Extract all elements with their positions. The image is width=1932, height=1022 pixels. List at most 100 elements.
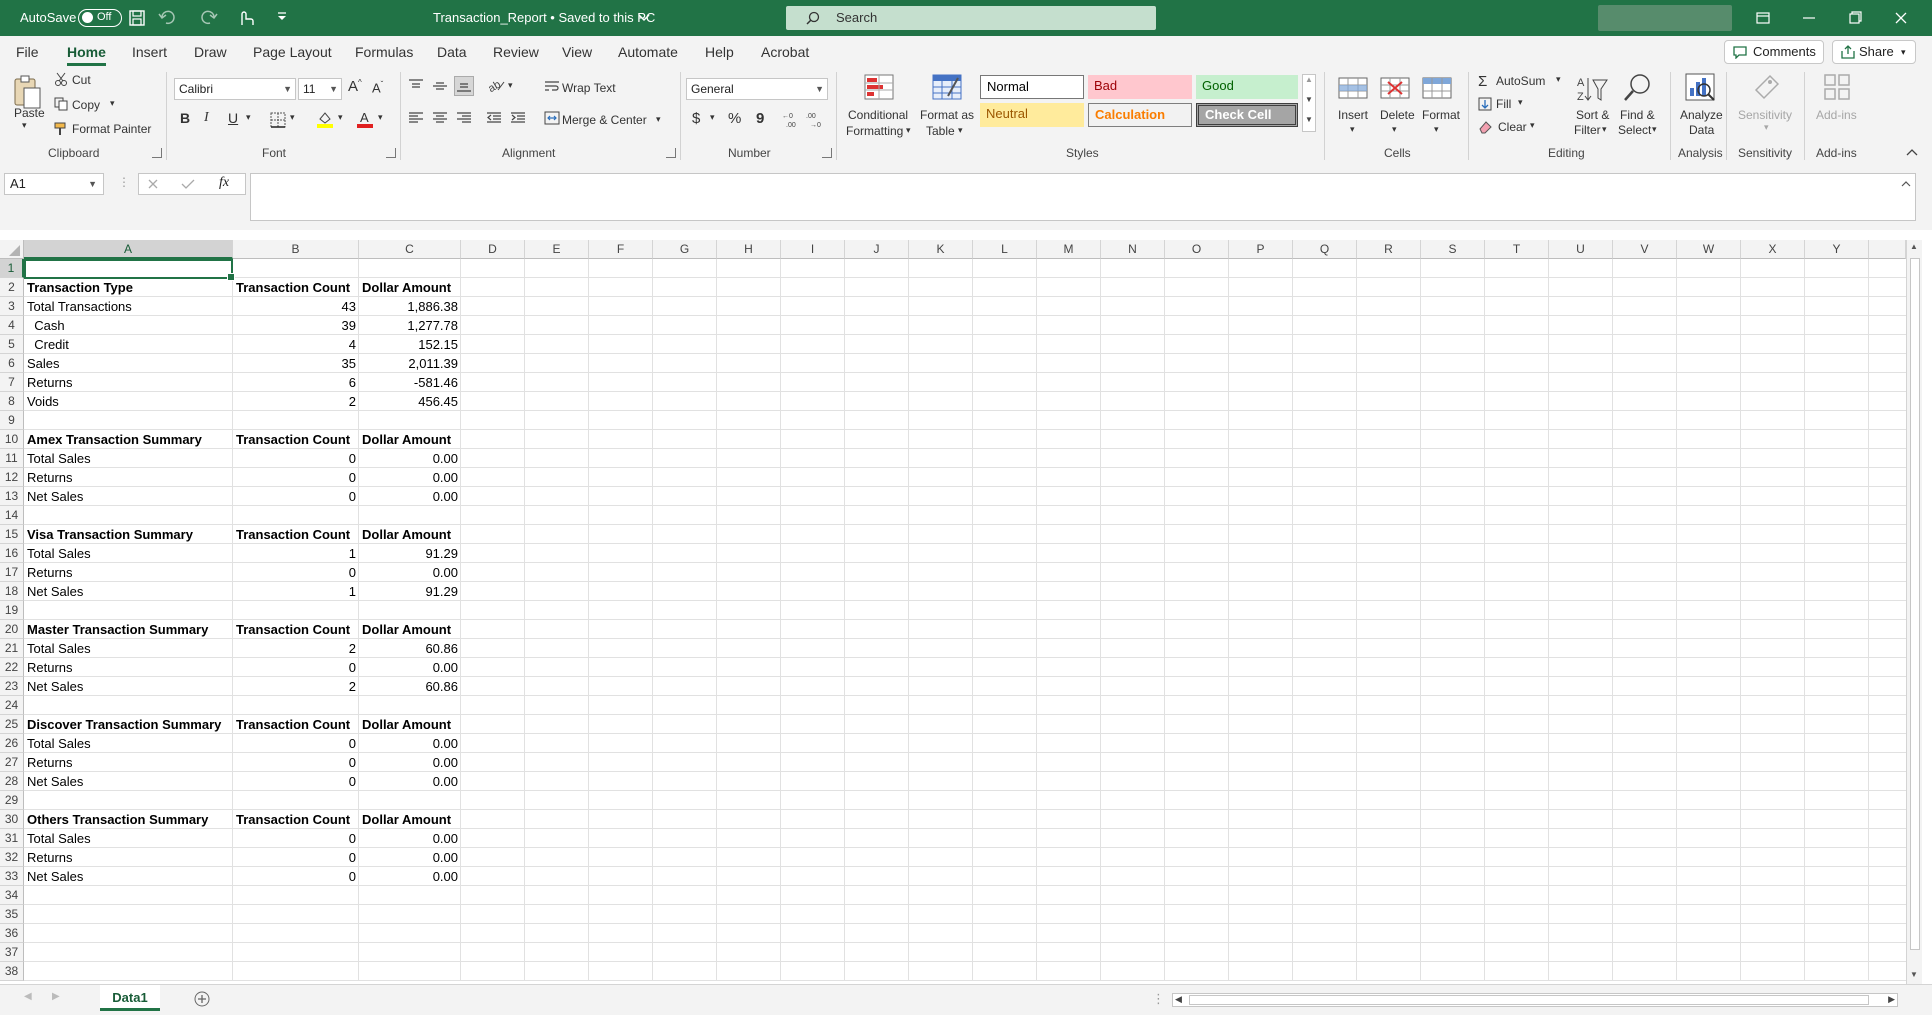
chevron-down-icon[interactable]: ▾ <box>110 98 115 109</box>
cell-c2[interactable]: Dollar Amount <box>359 278 461 297</box>
cell-a30[interactable]: Others Transaction Summary <box>24 810 233 829</box>
row-header-24[interactable]: 24 <box>0 696 24 715</box>
column-header-a[interactable]: A <box>24 240 233 259</box>
cell-b32[interactable]: 0 <box>233 848 359 867</box>
column-header-w[interactable]: W <box>1677 240 1741 259</box>
font-color-icon[interactable]: A <box>356 110 374 128</box>
next-sheet-icon[interactable]: ▶ <box>52 991 60 1002</box>
align-top-icon[interactable] <box>408 78 424 94</box>
increase-font-size-icon[interactable]: A^ <box>348 78 362 95</box>
chevron-down-icon[interactable]: ▾ <box>290 112 295 123</box>
cell-a17[interactable]: Returns <box>24 563 233 582</box>
chevron-down-icon[interactable]: ▾ <box>1518 97 1523 108</box>
insert-function-button[interactable]: fx <box>219 175 229 191</box>
cell-a31[interactable]: Total Sales <box>24 829 233 848</box>
chevron-down-icon[interactable]: ▾ <box>1652 124 1657 135</box>
underline-button[interactable]: U <box>228 110 238 126</box>
account-area[interactable] <box>1598 5 1732 31</box>
row-header-36[interactable]: 36 <box>0 924 24 943</box>
cell-c6[interactable]: 2,011.39 <box>359 354 461 373</box>
dialog-launcher-icon[interactable] <box>666 148 676 158</box>
column-header-i[interactable]: I <box>781 240 845 259</box>
sensitivity-button[interactable]: Sensitivity <box>1738 108 1792 122</box>
row-header-29[interactable]: 29 <box>0 791 24 810</box>
style-calculation[interactable]: Calculation <box>1088 103 1192 127</box>
column-header-p[interactable]: P <box>1229 240 1293 259</box>
cut-button[interactable]: Cut <box>72 73 91 87</box>
cell-b31[interactable]: 0 <box>233 829 359 848</box>
cell-b21[interactable]: 2 <box>233 639 359 658</box>
tab-page-layout[interactable]: Page Layout <box>253 36 332 68</box>
cell-b8[interactable]: 2 <box>233 392 359 411</box>
column-header-j[interactable]: J <box>845 240 909 259</box>
cell-c27[interactable]: 0.00 <box>359 753 461 772</box>
cell-a5[interactable]: Credit <box>24 335 233 354</box>
search-box[interactable]: Search <box>786 6 1156 30</box>
chevron-down-icon[interactable]: ▾ <box>1350 124 1355 135</box>
cell-c20[interactable]: Dollar Amount <box>359 620 461 639</box>
row-header-15[interactable]: 15 <box>0 525 24 544</box>
cell-a16[interactable]: Total Sales <box>24 544 233 563</box>
cell-a26[interactable]: Total Sales <box>24 734 233 753</box>
tab-formulas[interactable]: Formulas <box>355 36 413 68</box>
cell-b30[interactable]: Transaction Count <box>233 810 359 829</box>
collapse-formula-bar-icon[interactable] <box>1901 180 1911 187</box>
redo-icon[interactable] <box>198 9 220 27</box>
cell-c23[interactable]: 60.86 <box>359 677 461 696</box>
row-header-2[interactable]: 2 <box>0 278 24 297</box>
cell-a21[interactable]: Total Sales <box>24 639 233 658</box>
cell-c21[interactable]: 60.86 <box>359 639 461 658</box>
cell-b10[interactable]: Transaction Count <box>233 430 359 449</box>
increase-decimal-icon[interactable]: ←0.00 <box>782 110 802 128</box>
currency-format-button[interactable]: $ <box>692 110 700 127</box>
find-select-button[interactable]: Find & <box>1620 108 1655 122</box>
chevron-down-icon[interactable]: ▾ <box>1530 120 1535 131</box>
scroll-thumb[interactable] <box>1189 995 1869 1005</box>
styles-gallery-scroll[interactable]: ▲ ▼ ▼ <box>1302 74 1316 132</box>
column-header-o[interactable]: O <box>1165 240 1229 259</box>
italic-button[interactable]: I <box>204 110 209 126</box>
horizontal-scrollbar[interactable]: ◀ ▶ <box>1172 993 1898 1007</box>
comma-style-button[interactable]: 9 <box>756 110 764 127</box>
column-header-r[interactable]: R <box>1357 240 1421 259</box>
row-header-27[interactable]: 27 <box>0 753 24 772</box>
chevron-down-icon[interactable]: ▾ <box>656 114 661 125</box>
row-header-6[interactable]: 6 <box>0 354 24 373</box>
cell-b23[interactable]: 2 <box>233 677 359 696</box>
row-header-37[interactable]: 37 <box>0 943 24 962</box>
column-header-e[interactable]: E <box>525 240 589 259</box>
row-header-26[interactable]: 26 <box>0 734 24 753</box>
cell-c32[interactable]: 0.00 <box>359 848 461 867</box>
cell-c7[interactable]: -581.46 <box>359 373 461 392</box>
column-header-x[interactable]: X <box>1741 240 1805 259</box>
worksheet-grid[interactable]: ABCDEFGHIJKLMNOPQRSTUVWXY 1 2 3 4 5 6 7 8 9 10 11 1… <box>0 240 1932 984</box>
chevron-down-icon[interactable]: ▾ <box>378 112 383 123</box>
align-bottom-icon[interactable] <box>454 76 474 96</box>
sheet-tab-data1[interactable]: Data1 <box>100 985 160 1011</box>
borders-icon[interactable] <box>270 112 286 128</box>
cell-b18[interactable]: 1 <box>233 582 359 601</box>
align-center-icon[interactable] <box>432 110 448 126</box>
column-header-v[interactable]: V <box>1613 240 1677 259</box>
column-header-y[interactable]: Y <box>1805 240 1869 259</box>
cell-c16[interactable]: 91.29 <box>359 544 461 563</box>
cell-b3[interactable]: 43 <box>233 297 359 316</box>
scroll-left-icon[interactable]: ◀ <box>1175 994 1182 1005</box>
previous-sheet-icon[interactable]: ◀ <box>24 991 32 1002</box>
cell-b16[interactable]: 1 <box>233 544 359 563</box>
tab-data[interactable]: Data <box>437 36 467 68</box>
style-neutral[interactable]: Neutral <box>980 103 1084 127</box>
row-header-4[interactable]: 4 <box>0 316 24 335</box>
sort-filter-button[interactable]: Sort & <box>1576 108 1609 122</box>
row-header-1[interactable]: 1 <box>0 259 24 278</box>
cell-b26[interactable]: 0 <box>233 734 359 753</box>
cell-a33[interactable]: Net Sales <box>24 867 233 886</box>
row-header-20[interactable]: 20 <box>0 620 24 639</box>
cell-a8[interactable]: Voids <box>24 392 233 411</box>
delete-cells-button[interactable]: Delete <box>1380 108 1415 122</box>
cell-c17[interactable]: 0.00 <box>359 563 461 582</box>
analyze-data-button[interactable]: Analyze <box>1680 108 1723 122</box>
format-as-table-button[interactable]: Format as <box>920 108 974 122</box>
chevron-down-icon[interactable]: ▾ <box>1434 124 1439 135</box>
scroll-right-icon[interactable]: ▶ <box>1888 994 1895 1005</box>
